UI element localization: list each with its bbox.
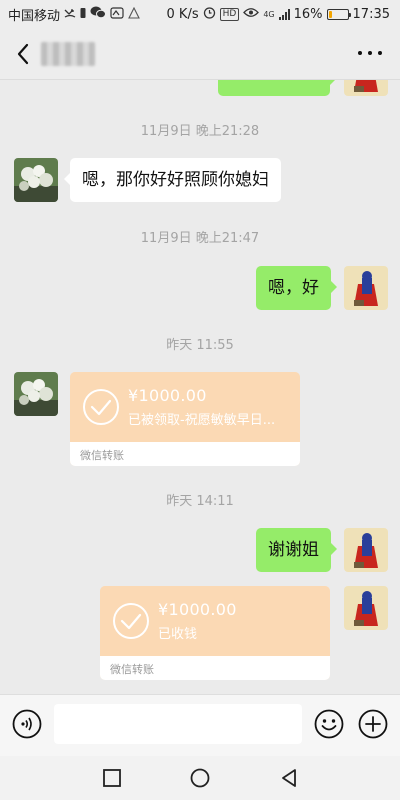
time-label: 11月9日 晚上21:47 xyxy=(140,231,260,246)
signal-icon xyxy=(278,8,290,20)
transfer-card-top: ¥1000.00 已收钱 xyxy=(100,586,330,656)
network-type-label: 4G xyxy=(263,9,275,19)
net-speed-label: 0 K/s xyxy=(166,6,199,22)
transfer-card-top: ¥1000.00 已被领取-祝愿敏敏早日... xyxy=(70,372,300,442)
contact-avatar[interactable] xyxy=(14,372,58,416)
app-notification-icon xyxy=(110,6,124,22)
time-label: 昨天 11:55 xyxy=(166,338,234,353)
contact-name-blurred xyxy=(40,40,96,68)
transfer-amount: ¥1000.00 xyxy=(128,386,207,405)
status-right: 0 K/s HD 4G 16% 17:35 xyxy=(167,6,390,22)
transfer-label: 微信转账 xyxy=(100,656,330,680)
time-label: 昨天 14:11 xyxy=(166,494,234,509)
alert-icon xyxy=(128,6,140,22)
contact-avatar[interactable] xyxy=(14,158,58,202)
transfer-card-outgoing[interactable]: ¥1000.00 已收钱 微信转账 xyxy=(100,586,330,680)
notification-icon xyxy=(80,7,86,22)
status-left: 中国移动 xyxy=(8,5,140,24)
clock-label: 17:35 xyxy=(352,6,390,22)
home-icon[interactable] xyxy=(189,767,211,789)
wechat-icon xyxy=(90,6,107,22)
message-bubble-incoming[interactable]: 嗯，那你好好照顾你媳妇 xyxy=(64,158,281,202)
my-avatar[interactable] xyxy=(344,266,388,310)
hd-icon: HD xyxy=(219,7,240,21)
message-input[interactable] xyxy=(54,704,302,744)
system-nav-bar xyxy=(0,756,400,800)
chat-area[interactable]: 11月9日 晚上21:28 嗯，那你好好照顾你媳妇 11月9日 晚上21:47 … xyxy=(0,80,400,694)
transfer-status: 已被领取-祝愿敏敏早日... xyxy=(128,413,276,428)
transfer-label: 微信转账 xyxy=(70,442,300,466)
back-nav-icon[interactable] xyxy=(278,767,300,789)
my-avatar[interactable] xyxy=(344,528,388,572)
plus-icon[interactable] xyxy=(358,709,388,739)
back-arrow-icon[interactable] xyxy=(14,42,34,66)
message-bubble-outgoing[interactable]: 嗯，好 xyxy=(256,266,337,310)
message-bubble-partial[interactable] xyxy=(218,80,336,96)
input-bar xyxy=(0,694,400,756)
emoji-icon[interactable] xyxy=(314,709,344,739)
transfer-amount: ¥1000.00 xyxy=(158,600,237,619)
more-dots-icon[interactable] xyxy=(358,46,382,60)
battery-percent-label: 16% xyxy=(293,6,323,22)
recent-apps-icon[interactable] xyxy=(101,767,123,789)
my-avatar[interactable] xyxy=(344,586,388,630)
time-label: 11月9日 晚上21:28 xyxy=(140,124,260,139)
eye-comfort-icon xyxy=(243,7,260,21)
message-bubble-outgoing[interactable]: 谢谢姐 xyxy=(256,528,337,572)
battery-icon xyxy=(326,8,351,20)
my-avatar-partial[interactable] xyxy=(344,80,388,96)
status-bar: 中国移动 0 K/s HD 4G 16% 17:35 xyxy=(0,0,400,28)
transfer-status: 已收钱 xyxy=(158,627,198,642)
alarm-icon xyxy=(203,6,216,22)
check-circle-icon xyxy=(113,603,149,639)
check-circle-icon xyxy=(83,389,119,425)
blur-mask xyxy=(41,42,95,66)
carrier-label: 中国移动 xyxy=(8,8,61,24)
chat-header xyxy=(0,28,400,80)
voice-icon[interactable] xyxy=(12,709,42,739)
battery-fill xyxy=(328,10,332,18)
transfer-card-incoming[interactable]: ¥1000.00 已被领取-祝愿敏敏早日... 微信转账 xyxy=(70,372,300,466)
missed-call-icon xyxy=(64,7,76,22)
